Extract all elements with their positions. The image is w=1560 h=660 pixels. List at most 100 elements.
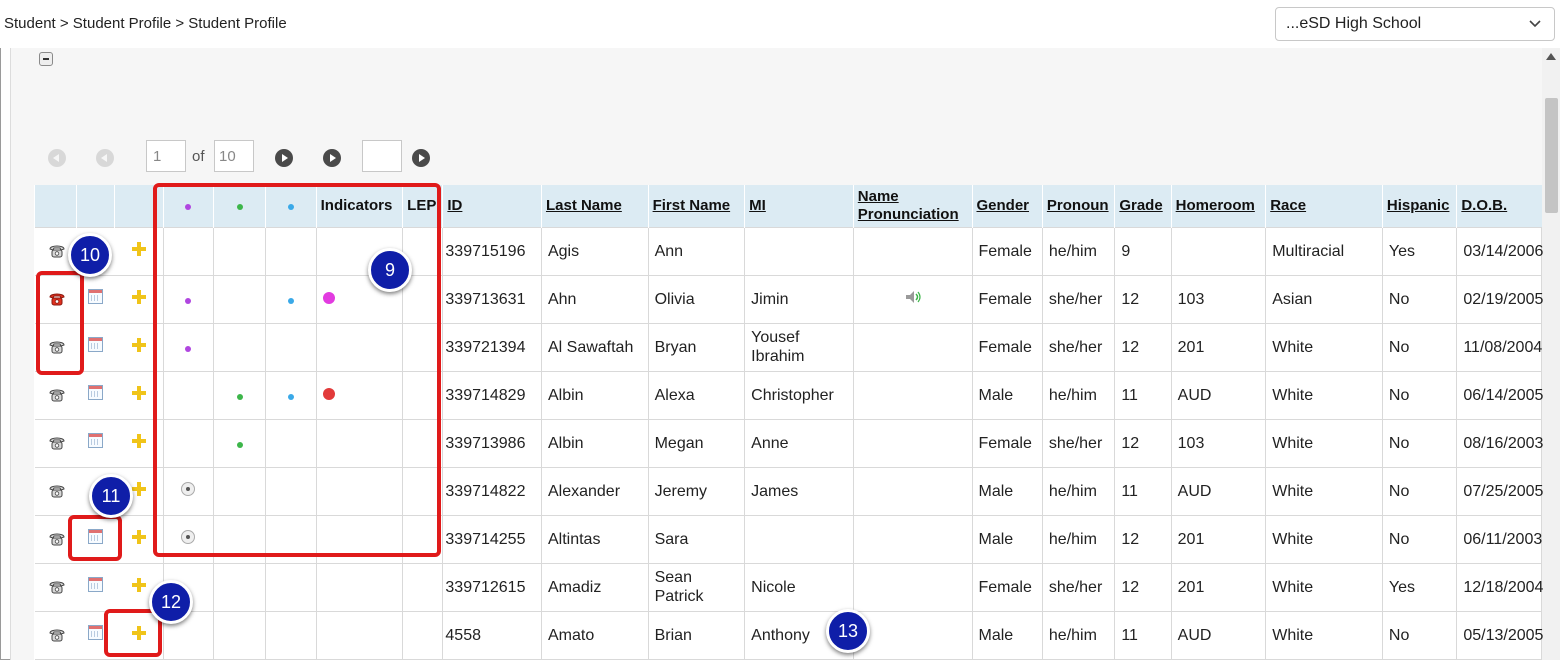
calendar-icon[interactable] <box>88 337 104 352</box>
phone-alert-icon[interactable] <box>48 291 65 305</box>
table-row[interactable]: 339713986 Albin Megan Anne Female she/her 12 10… <box>34 418 1543 468</box>
add-icon[interactable] <box>131 625 146 640</box>
school-select[interactable]: ...eSD High School <box>1275 7 1555 41</box>
radio-icon[interactable] <box>181 529 196 544</box>
grade-cell: 12 <box>1114 562 1172 612</box>
header-name-pronunciation[interactable]: Name Pronunciation <box>858 188 959 223</box>
add-icon[interactable] <box>131 385 146 400</box>
breadcrumb[interactable]: Student > Student Profile > Student Prof… <box>4 15 287 32</box>
gender-cell: Male <box>971 466 1043 516</box>
first-name-cell: Jeremy <box>647 466 746 516</box>
first-name-cell: Ann <box>647 226 746 276</box>
header-grade[interactable]: Grade <box>1119 197 1162 214</box>
table-row[interactable]: 339714829 Albin Alexa Christopher Male he/him… <box>34 370 1543 420</box>
add-icon[interactable] <box>131 529 146 544</box>
indicators-cell <box>315 370 404 420</box>
header-indicators[interactable]: Indicators <box>315 185 403 227</box>
header-dob[interactable]: D.O.B. <box>1461 197 1507 214</box>
header-indicator-purple[interactable] <box>162 185 214 227</box>
add-icon[interactable] <box>131 481 146 496</box>
goto-page-icon[interactable] <box>412 149 430 167</box>
table-row[interactable]: 339715196 Agis Ann Female he/him 9 Multiracial… <box>34 226 1543 276</box>
header-first-name[interactable]: First Name <box>653 197 731 214</box>
indicator-blue-cell <box>265 226 317 276</box>
race-cell: Asian <box>1265 274 1383 324</box>
vertical-scrollbar[interactable] <box>1542 48 1560 660</box>
green-dot-icon <box>236 393 243 400</box>
table-row[interactable]: 339714255 Altintas Sara Male he/him 12 201 Whit… <box>34 514 1542 564</box>
green-dot-icon <box>236 203 243 210</box>
calendar-icon[interactable] <box>88 625 104 640</box>
add-icon[interactable] <box>131 241 146 256</box>
collapse-icon[interactable] <box>39 52 53 66</box>
calendar-icon[interactable] <box>88 577 104 592</box>
indicators-cell <box>315 466 404 516</box>
calendar-icon[interactable] <box>88 289 104 304</box>
header-indicator-green[interactable] <box>213 185 266 227</box>
indicators-cell <box>315 562 404 612</box>
add-icon[interactable] <box>131 433 146 448</box>
last-name-cell: Altintas <box>540 514 649 564</box>
page-number-input[interactable]: 1 <box>146 140 186 172</box>
header-pronoun[interactable]: Pronoun <box>1047 197 1109 214</box>
id-cell: 4558 <box>442 610 542 660</box>
header-lep[interactable]: LEP <box>402 185 443 227</box>
table-row[interactable]: 4558 Amato Brian Anthony Male he/him 11 AUD Whit… <box>34 610 1543 660</box>
indicators-cell <box>315 514 404 564</box>
mi-cell: James <box>744 466 854 516</box>
next-page-icon[interactable] <box>275 149 293 167</box>
scroll-up-icon[interactable] <box>1546 53 1556 60</box>
table-row[interactable]: 339721394 Al Sawaftah Bryan Yousef Ibrahim F… <box>34 322 1542 372</box>
goto-page-input[interactable] <box>362 140 402 172</box>
header-homeroom[interactable]: Homeroom <box>1176 197 1255 214</box>
table-row[interactable]: 339712615 Amadiz Sean Patrick Nicole Female s… <box>34 562 1543 612</box>
gender-cell: Female <box>971 322 1043 372</box>
header-hispanic[interactable]: Hispanic <box>1387 197 1450 214</box>
hispanic-cell: Yes <box>1381 226 1458 276</box>
table-row[interactable]: 339713631 Ahn Olivia Jimin Female she/her 12 10… <box>34 274 1543 324</box>
radio-icon[interactable] <box>181 481 196 496</box>
lep-cell <box>402 322 444 372</box>
calendar-icon[interactable] <box>88 385 104 400</box>
grade-cell: 12 <box>1114 322 1172 372</box>
add-icon[interactable] <box>131 337 146 352</box>
dob-cell: 02/19/2005 <box>1456 274 1543 324</box>
last-page-icon[interactable] <box>323 149 341 167</box>
phone-icon[interactable] <box>48 627 65 641</box>
add-icon[interactable] <box>131 577 146 592</box>
gender-cell: Female <box>971 418 1043 468</box>
phone-icon[interactable] <box>48 243 65 257</box>
lep-cell <box>402 610 444 660</box>
phone-icon[interactable] <box>48 339 65 353</box>
id-cell: 339714829 <box>442 370 542 420</box>
gender-cell: Male <box>971 514 1043 564</box>
header-id[interactable]: ID <box>447 197 462 214</box>
header-race[interactable]: Race <box>1270 197 1306 214</box>
header-indicator-blue[interactable] <box>265 185 317 227</box>
calendar-icon[interactable] <box>88 433 104 448</box>
speaker-icon[interactable] <box>904 290 922 304</box>
phone-icon[interactable] <box>48 435 65 449</box>
phone-icon[interactable] <box>48 387 65 401</box>
phone-icon[interactable] <box>48 579 65 593</box>
total-pages: 10 <box>214 140 254 172</box>
header-mi[interactable]: MI <box>749 197 766 214</box>
contact-cell <box>34 370 77 420</box>
last-name-cell: Ahn <box>540 274 649 324</box>
dob-cell: 05/13/2005 <box>1456 610 1543 660</box>
scroll-thumb[interactable] <box>1545 98 1558 213</box>
phone-icon[interactable] <box>48 483 65 497</box>
phone-icon[interactable] <box>48 531 65 545</box>
indicators-cell <box>315 418 404 468</box>
indicator-green-cell <box>213 370 267 420</box>
header-gender[interactable]: Gender <box>977 197 1030 214</box>
header-last-name[interactable]: Last Name <box>546 197 622 214</box>
calendar-icon[interactable] <box>88 529 104 544</box>
table-row[interactable]: 339714822 Alexander Jeremy James Male he/him 1… <box>34 466 1543 516</box>
add-icon[interactable] <box>131 289 146 304</box>
id-cell: 339712615 <box>442 562 542 612</box>
mi-cell: Anne <box>744 418 854 468</box>
prev-page-icon[interactable] <box>96 149 114 167</box>
blue-dot-icon <box>287 203 294 210</box>
first-page-icon[interactable] <box>48 149 66 167</box>
